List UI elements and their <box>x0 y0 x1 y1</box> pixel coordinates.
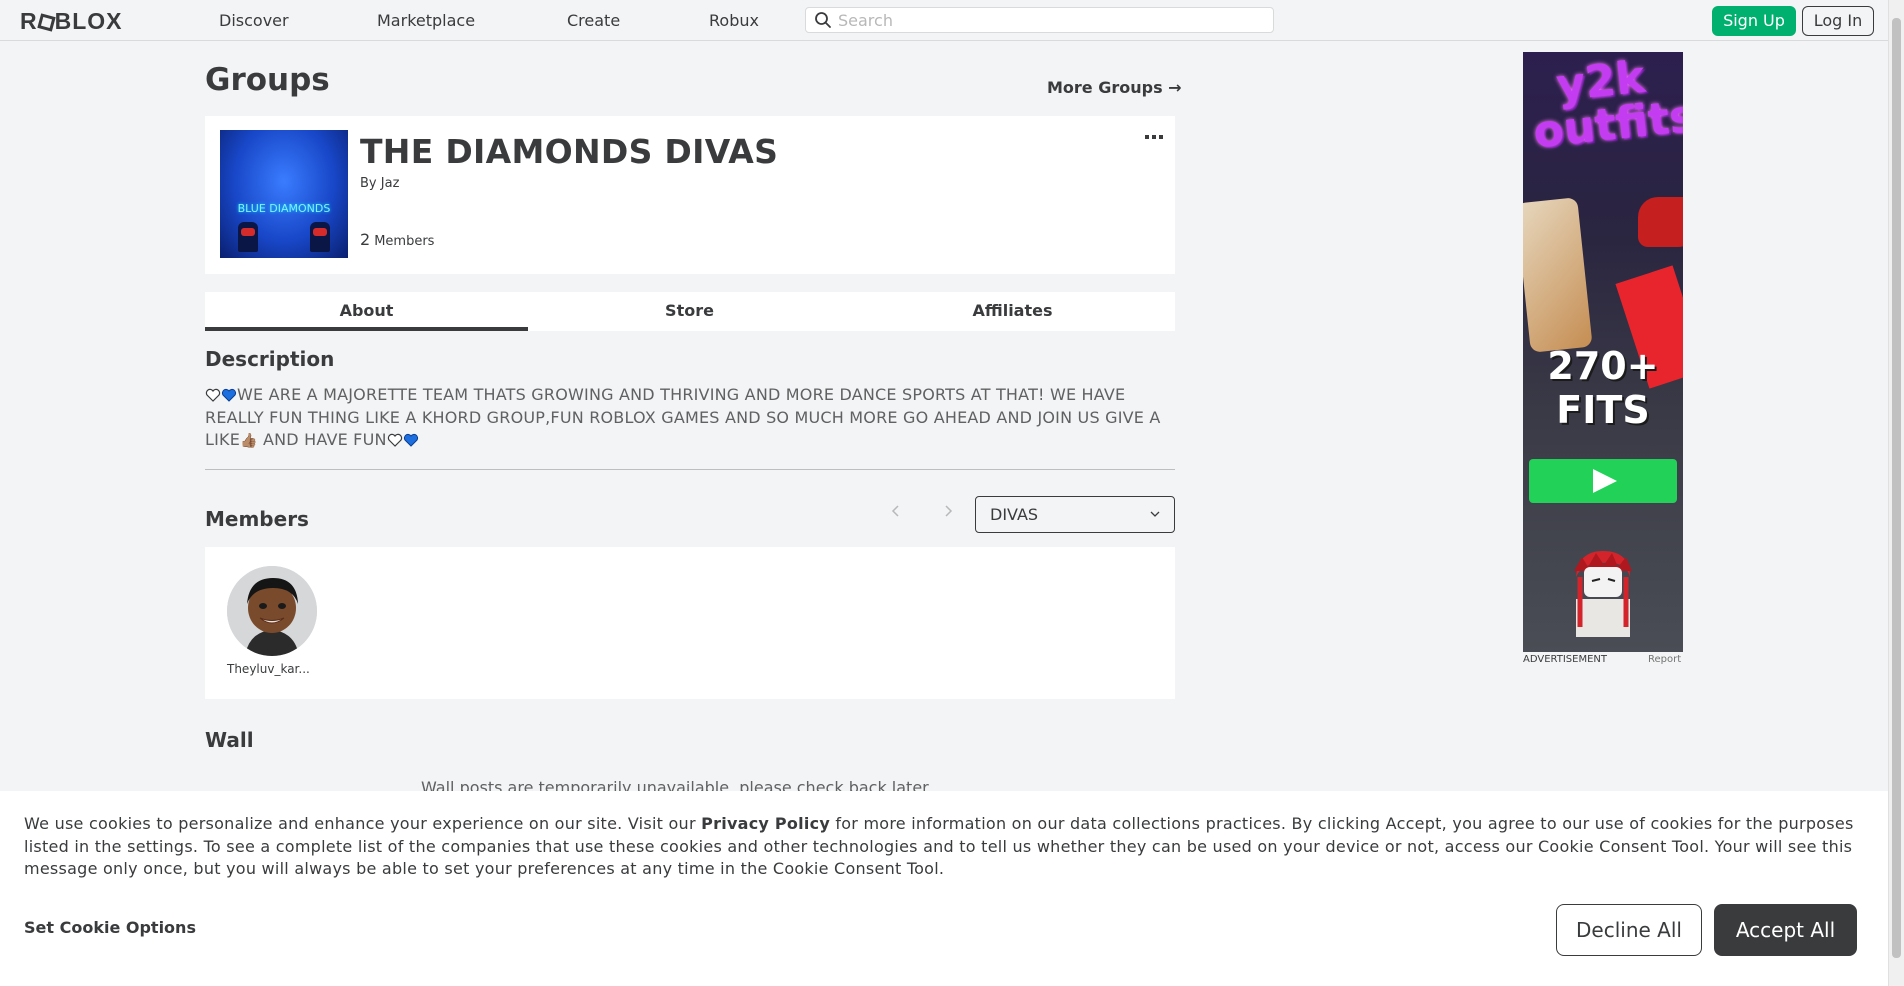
top-navigation: R BLOX Discover Marketplace Create Robux … <box>0 0 1888 41</box>
blue-heart-icon <box>403 433 418 447</box>
group-name: THE DIAMONDS DIVAS <box>360 132 779 171</box>
ad-character-image <box>1574 551 1632 637</box>
white-heart-icon <box>205 388 221 402</box>
scrollbar-thumb[interactable] <box>1892 18 1901 958</box>
logo-o-square-icon <box>36 13 56 32</box>
tab-about[interactable]: About <box>205 292 528 331</box>
tab-affiliates[interactable]: Affiliates <box>851 292 1174 331</box>
nav-link-discover[interactable]: Discover <box>219 11 289 30</box>
ad-headline-number: 270+ <box>1547 344 1659 388</box>
members-heading: Members <box>205 507 309 531</box>
search-icon[interactable] <box>814 11 832 29</box>
decline-all-button[interactable]: Decline All <box>1556 904 1702 956</box>
search-input[interactable] <box>838 10 1258 30</box>
owner-label: By <box>360 176 377 191</box>
advertisement-label: ADVERTISEMENT <box>1523 654 1608 665</box>
role-select-dropdown[interactable]: DIVAS <box>975 496 1175 533</box>
cookie-consent-banner: We use cookies to personalize and enhanc… <box>0 791 1888 986</box>
ad-clothing-image <box>1523 197 1593 353</box>
sign-up-button[interactable]: Sign Up <box>1712 6 1796 36</box>
privacy-policy-link[interactable]: Privacy Policy <box>701 814 830 833</box>
group-owner: By Jaz <box>360 176 399 191</box>
member-avatar[interactable] <box>227 566 317 656</box>
play-icon[interactable] <box>1529 459 1677 503</box>
nav-link-marketplace[interactable]: Marketplace <box>377 11 475 30</box>
group-tabs: About Store Affiliates <box>205 292 1175 331</box>
description-heading: Description <box>205 347 335 371</box>
next-page-icon[interactable] <box>941 504 955 518</box>
search-box <box>805 7 1274 33</box>
role-selected-value: DIVAS <box>990 505 1039 524</box>
log-in-button[interactable]: Log In <box>1802 6 1874 36</box>
nav-link-create[interactable]: Create <box>567 11 620 30</box>
advertisement-banner[interactable]: y2k outfits 270+ FITS <box>1523 52 1683 652</box>
group-emblem-image: BLUE DIAMONDS <box>220 130 348 258</box>
cookie-text-part-1: We use cookies to personalize and enhanc… <box>24 814 702 833</box>
page-scrollbar[interactable] <box>1888 0 1904 986</box>
page-title: Groups <box>205 62 330 98</box>
white-heart-icon <box>387 433 402 447</box>
roblox-logo[interactable]: R BLOX <box>20 8 123 35</box>
more-options-icon[interactable] <box>1145 134 1163 140</box>
ad-headline-word: FITS <box>1556 388 1650 432</box>
members-list: Theyluv_kar... <box>205 547 1175 699</box>
member-count-label: Members <box>374 234 435 249</box>
tab-store[interactable]: Store <box>528 292 851 331</box>
member-count-number: 2 <box>360 230 371 249</box>
logo-letter-r: R <box>20 8 38 34</box>
owner-link[interactable]: Jaz <box>381 176 400 191</box>
emblem-text: BLUE DIAMONDS <box>237 202 331 215</box>
report-ad-link[interactable]: Report <box>1648 654 1681 665</box>
blue-heart-icon <box>221 388 237 402</box>
avatar-headshot-icon <box>227 566 317 656</box>
accept-all-button[interactable]: Accept All <box>1714 904 1857 956</box>
emblem-figure-left <box>238 222 258 252</box>
member-name-link[interactable]: Theyluv_kar... <box>227 662 327 676</box>
member-count: 2 Members <box>360 230 434 249</box>
ad-brand-text: y2k outfits <box>1530 52 1683 159</box>
ad-clothing-image <box>1638 197 1683 247</box>
logo-letters-blox: BLOX <box>54 8 123 34</box>
cookie-notice-text: We use cookies to personalize and enhanc… <box>24 813 1864 881</box>
more-groups-link[interactable]: More Groups → <box>1047 78 1182 97</box>
wall-heading: Wall <box>205 728 254 752</box>
description-text-part-2: AND HAVE FUN <box>257 430 387 449</box>
nav-link-robux[interactable]: Robux <box>709 11 759 30</box>
previous-page-icon[interactable] <box>889 504 903 518</box>
group-header-card: BLUE DIAMONDS THE DIAMONDS DIVAS By Jaz … <box>205 116 1175 274</box>
group-description: WE ARE A MAJORETTE TEAM THATS GROWING AN… <box>205 384 1175 453</box>
chevron-down-icon <box>1150 511 1160 517</box>
set-cookie-options-button[interactable]: Set Cookie Options <box>24 918 196 937</box>
section-divider <box>205 469 1175 470</box>
thumbs-up-icon: 👍🏽 <box>240 433 258 449</box>
emblem-figure-right <box>310 222 330 252</box>
